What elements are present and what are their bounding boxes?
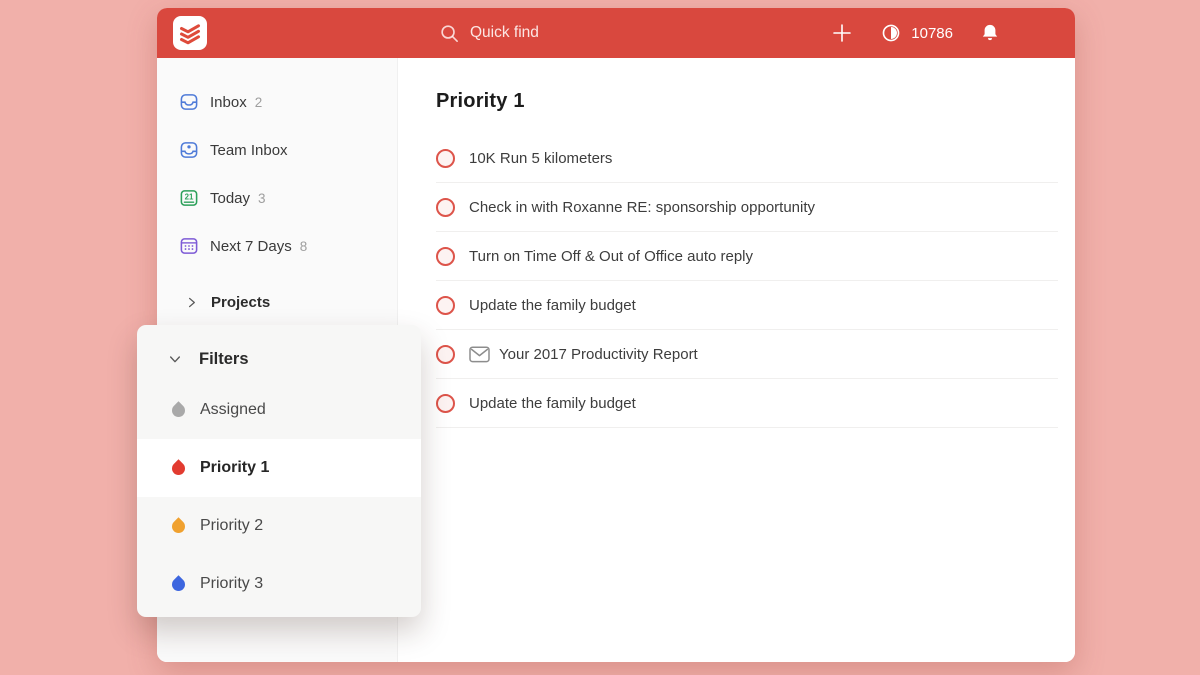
- task-checkbox[interactable]: [436, 148, 455, 168]
- task-text: Your 2017 Productivity Report: [499, 345, 698, 363]
- task-checkbox[interactable]: [436, 344, 455, 364]
- sidebar-item-count: 8: [299, 238, 308, 254]
- header-actions: 10786: [830, 8, 1001, 58]
- sidebar-item-count: 2: [254, 94, 263, 110]
- inbox-icon: [178, 91, 200, 113]
- task-row[interactable]: Update the family budget: [436, 379, 1058, 428]
- svg-text:21: 21: [185, 192, 194, 201]
- home-button[interactable]: [173, 16, 207, 50]
- sidebar-item-count: 3: [258, 190, 266, 206]
- next-7-days-icon: [178, 235, 200, 257]
- filter-item-assigned[interactable]: Assigned: [137, 381, 421, 439]
- bell-icon: [982, 24, 998, 40]
- today-calendar-icon: 21: [178, 187, 200, 209]
- task-row[interactable]: Turn on Time Off & Out of Office auto re…: [436, 232, 1058, 281]
- todoist-logo-icon: [180, 24, 200, 45]
- sidebar-item-next-7-days[interactable]: Next 7 Days 8: [157, 222, 397, 270]
- main-content: Priority 1 10K Run 5 kilometers Check in…: [398, 58, 1075, 662]
- karma-score-button[interactable]: 10786: [880, 22, 953, 44]
- search-icon: [441, 24, 458, 42]
- filter-item-label: Priority 2: [200, 517, 264, 534]
- filter-item-label: Assigned: [200, 401, 266, 418]
- task-checkbox[interactable]: [436, 393, 455, 413]
- droplet-icon: [167, 574, 189, 594]
- filters-panel: Filters Assigned Priority 1 Priority 2 P…: [137, 325, 421, 617]
- filter-item-label: Priority 1: [200, 459, 270, 476]
- task-checkbox[interactable]: [436, 197, 455, 217]
- add-task-button[interactable]: [830, 21, 854, 45]
- task-text: 10K Run 5 kilometers: [469, 149, 613, 167]
- droplet-icon: [167, 400, 189, 420]
- sidebar-item-today[interactable]: 21 Today 3: [157, 174, 397, 222]
- droplet-icon: [167, 516, 189, 536]
- task-list: 10K Run 5 kilometers Check in with Roxan…: [436, 134, 1058, 428]
- email-icon: [469, 345, 490, 363]
- task-row[interactable]: 10K Run 5 kilometers: [436, 134, 1058, 183]
- filter-item-label: Priority 3: [200, 575, 264, 592]
- filter-item-priority-1[interactable]: Priority 1: [137, 439, 421, 497]
- sidebar-item-projects[interactable]: Projects: [157, 278, 397, 326]
- task-text: Update the family budget: [469, 394, 636, 412]
- task-checkbox[interactable]: [436, 246, 455, 266]
- task-row[interactable]: Your 2017 Productivity Report: [436, 330, 1058, 379]
- sidebar-item-team-inbox[interactable]: Team Inbox: [157, 126, 397, 174]
- karma-count: 10786: [911, 24, 953, 42]
- task-row[interactable]: Update the family budget: [436, 281, 1058, 330]
- sidebar-item-label: Today: [210, 189, 251, 207]
- task-row[interactable]: Check in with Roxanne RE: sponsorship op…: [436, 183, 1058, 232]
- filter-item-priority-2[interactable]: Priority 2: [137, 497, 421, 555]
- task-checkbox[interactable]: [436, 295, 455, 315]
- chevron-right-icon: [184, 295, 199, 310]
- droplet-icon: [167, 458, 189, 478]
- task-text: Turn on Time Off & Out of Office auto re…: [469, 247, 754, 265]
- notifications-button[interactable]: [979, 22, 1001, 45]
- task-text: Update the family budget: [469, 296, 636, 314]
- team-inbox-icon: [178, 139, 200, 161]
- page-title: Priority 1: [436, 90, 525, 112]
- sidebar-item-label: Projects: [211, 293, 271, 311]
- filters-title: Filters: [199, 349, 249, 368]
- search-input[interactable]: Quick find: [439, 8, 539, 58]
- sidebar-item-inbox[interactable]: Inbox 2: [157, 78, 397, 126]
- filter-item-priority-3[interactable]: Priority 3: [137, 555, 421, 613]
- plus-icon: [833, 24, 852, 42]
- sidebar-item-label: Next 7 Days: [210, 237, 292, 255]
- app-header: Quick find 10786: [157, 8, 1075, 58]
- filters-section-header[interactable]: Filters: [137, 337, 421, 381]
- search-placeholder: Quick find: [470, 24, 539, 41]
- karma-icon: [882, 24, 900, 42]
- task-text: Check in with Roxanne RE: sponsorship op…: [469, 198, 816, 216]
- chevron-down-icon: [167, 351, 183, 367]
- sidebar-item-label: Inbox: [210, 93, 247, 111]
- sidebar-item-label: Team Inbox: [210, 141, 288, 159]
